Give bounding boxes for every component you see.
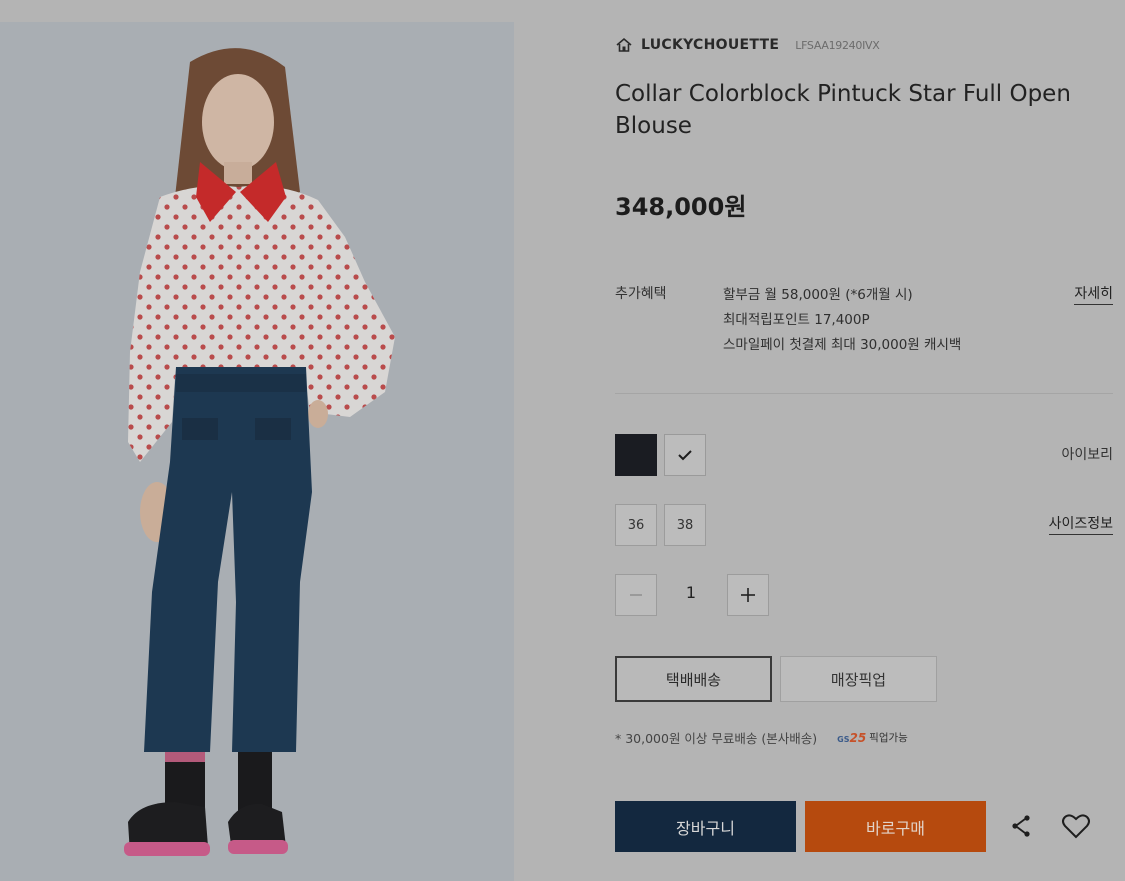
color-swatch-ivory[interactable] [664, 434, 706, 476]
gs25-logo: GS25 [837, 730, 867, 745]
product-sku: LFSAA19240IVX [795, 38, 880, 52]
brand-name[interactable]: LUCKYCHOUETTE [641, 37, 779, 53]
minus-icon [630, 594, 642, 596]
shipping-note: * 30,000원 이상 무료배송 (본사배송) GS25 픽업가능 [615, 728, 908, 747]
color-swatch-black[interactable] [615, 434, 657, 476]
product-info-panel: LUCKYCHOUETTE LFSAA19240IVX Collar Color… [514, 22, 1125, 881]
quantity-increase-button[interactable] [727, 574, 769, 616]
benefit-points: 최대적립포인트 17,400P [723, 312, 870, 328]
size-info-link[interactable]: 사이즈정보 [1048, 513, 1113, 535]
benefits-list: 할부금 월 58,000원 (*6개월 시) 최대적립포인트 17,400P 스… [723, 283, 961, 358]
product-title: Collar Colorblock Pintuck Star Full Open… [615, 81, 1071, 139]
top-bar [0, 0, 1125, 22]
selected-color-name: 아이보리 [1061, 447, 1113, 463]
quantity-value[interactable]: 1 [677, 583, 705, 602]
pickup-available-label: 픽업가능 [869, 732, 908, 744]
benefit-installment: 할부금 월 58,000원 (*6개월 시) [723, 287, 913, 303]
plus-icon [741, 588, 755, 602]
benefit-cashback: 스마일페이 첫결제 최대 30,000원 캐시백 [723, 337, 962, 353]
size-option-36[interactable]: 36 [615, 504, 657, 546]
product-price: 348,000원 [615, 193, 747, 221]
add-to-cart-button[interactable]: 장바구니 [615, 801, 796, 852]
benefits-detail-link[interactable]: 자세히 [1074, 283, 1113, 305]
shipping-option-delivery[interactable]: 택배배송 [615, 656, 772, 702]
product-image[interactable] [0, 22, 514, 881]
quantity-decrease-button[interactable] [615, 574, 657, 616]
buy-now-button[interactable]: 바로구매 [805, 801, 986, 852]
share-icon[interactable] [1008, 813, 1034, 839]
heart-icon[interactable] [1061, 813, 1091, 839]
free-shipping-note: * 30,000원 이상 무료배송 (본사배송) [615, 731, 818, 746]
gs25-pickup-badge: GS25 픽업가능 [837, 730, 908, 745]
shipping-option-store-pickup[interactable]: 매장픽업 [780, 656, 937, 702]
checkmark-icon [678, 450, 692, 461]
home-icon[interactable] [615, 36, 633, 54]
brand-row: LUCKYCHOUETTE LFSAA19240IVX [615, 36, 880, 54]
divider [615, 393, 1113, 394]
size-option-38[interactable]: 38 [664, 504, 706, 546]
benefits-label: 추가혜택 [615, 286, 667, 302]
